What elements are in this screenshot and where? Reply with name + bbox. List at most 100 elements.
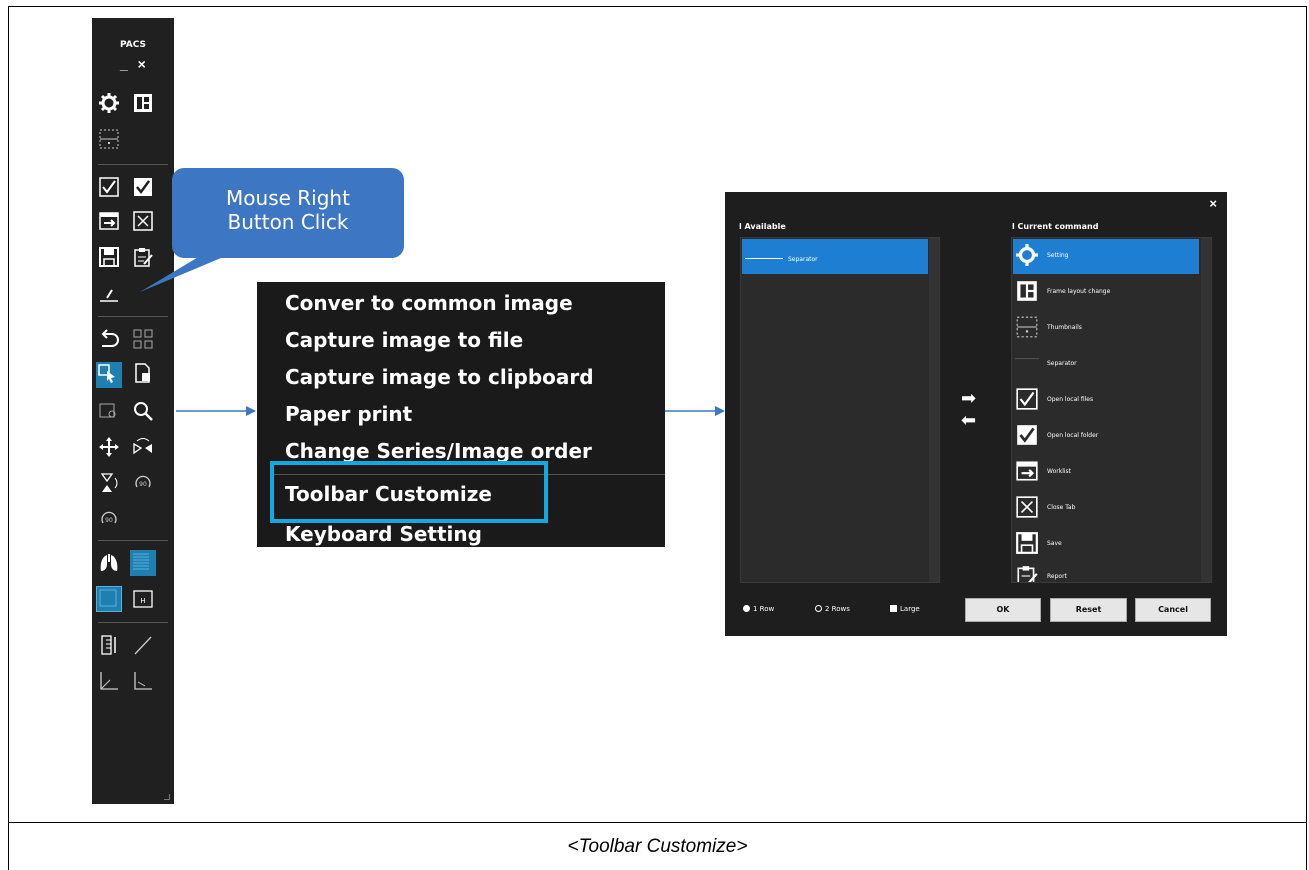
toolbar-window-buttons[interactable]: _ × [120, 56, 149, 72]
gear-icon [1015, 243, 1039, 267]
list-item-label: Frame layout change [1047, 288, 1111, 295]
h-frame-icon[interactable]: H [132, 588, 154, 610]
menu-item-paper-print[interactable]: Paper print [285, 402, 412, 426]
option-2-rows[interactable]: 2 Rows [815, 605, 850, 613]
list-item[interactable]: Worklist [1015, 455, 1199, 490]
delete-page-icon[interactable] [132, 362, 154, 384]
list-item[interactable]: Frame layout change [1015, 275, 1199, 310]
report-icon [1015, 564, 1039, 582]
callout-line-1: Mouse Right [226, 186, 350, 210]
move-arrows: ➡ ⬅ [961, 387, 976, 431]
angle-icon[interactable] [98, 670, 120, 692]
menu-item-change-series-order[interactable]: Change Series/Image order [285, 439, 592, 463]
grid-icon[interactable] [132, 328, 154, 350]
separator-icon [1015, 351, 1039, 375]
svg-text:90: 90 [105, 517, 113, 524]
option-1-row[interactable]: 1 Row [743, 605, 774, 613]
list-item-label: Open local folder [1047, 432, 1099, 439]
list-item-label: Thumbnails [1047, 324, 1082, 331]
menu-item-capture-to-file[interactable]: Capture image to file [285, 328, 523, 352]
option-label: Large [900, 605, 920, 613]
option-large[interactable]: Large [890, 605, 920, 613]
thumbnails-icon[interactable] [98, 128, 120, 150]
line-icon[interactable] [132, 634, 154, 656]
caption-separator [8, 822, 1307, 823]
toolbar-customize-dialog: × l Available l Current command Separato… [725, 192, 1227, 636]
list-item[interactable]: Separator [1015, 347, 1199, 382]
undo-icon[interactable] [98, 328, 120, 350]
frame-blue-icon[interactable] [96, 586, 122, 612]
layout-icon [1015, 279, 1039, 303]
svg-text:H: H [140, 597, 145, 605]
close-icon[interactable]: × [1209, 196, 1217, 211]
list-item[interactable]: Separator [742, 239, 928, 274]
cobb-angle-icon[interactable] [132, 670, 154, 692]
list-item[interactable]: Thumbnails [1015, 311, 1199, 346]
select-pointer-icon[interactable] [96, 362, 122, 388]
list-item[interactable]: Setting [1015, 239, 1199, 274]
list-item[interactable]: Close Tab [1015, 491, 1199, 526]
list-item-label: Worklist [1047, 468, 1072, 475]
list-item-label: Save [1047, 540, 1062, 547]
worklist-icon [1015, 459, 1039, 483]
scrollbar[interactable] [1201, 238, 1211, 582]
flow-arrow [665, 406, 725, 416]
lines-pattern-icon[interactable] [130, 550, 156, 576]
option-label: 2 Rows [825, 605, 850, 613]
check-filled-icon[interactable] [132, 176, 154, 198]
lung-icon[interactable] [98, 552, 120, 574]
available-list[interactable]: Separator [740, 237, 940, 583]
save-icon [1015, 531, 1039, 555]
callout-line-2: Button Click [227, 210, 349, 234]
gear-icon[interactable] [98, 92, 120, 114]
move-left-icon[interactable]: ⬅ [961, 409, 976, 431]
pacs-toolbar: PACS _ × 90 90 H [92, 18, 174, 804]
save-icon[interactable] [98, 246, 120, 268]
radio-icon [815, 605, 822, 612]
list-item-label: Separator [788, 256, 818, 263]
list-item-label: Setting [1047, 252, 1069, 259]
list-item[interactable]: Report [1015, 560, 1199, 582]
current-command-list[interactable]: Setting Frame layout change Thumbnails S… [1011, 237, 1212, 583]
figure-caption: <Toolbar Customize> [567, 836, 748, 857]
close-box-icon [1015, 495, 1039, 519]
separator-line [745, 258, 783, 259]
available-label: l Available [739, 222, 786, 231]
menu-item-convert-common-image[interactable]: Conver to common image [285, 291, 573, 315]
scrollbar[interactable] [929, 238, 939, 582]
cancel-button[interactable]: Cancel [1135, 598, 1211, 622]
reset-button[interactable]: Reset [1050, 598, 1127, 622]
toolbar-divider [98, 164, 168, 165]
toolbar-customize-highlight [270, 461, 548, 523]
magnifier-icon[interactable] [132, 400, 154, 422]
checkbox-icon [890, 605, 897, 612]
layout-icon[interactable] [132, 92, 154, 114]
list-item[interactable]: Save [1015, 527, 1199, 562]
list-item[interactable]: Open local folder [1015, 419, 1199, 454]
check-box-icon[interactable] [98, 176, 120, 198]
worklist-icon[interactable] [98, 210, 120, 232]
ok-button[interactable]: OK [965, 598, 1041, 622]
ruler-icon[interactable] [98, 634, 120, 656]
move-right-icon[interactable]: ➡ [961, 387, 976, 409]
menu-item-capture-to-clipboard[interactable]: Capture image to clipboard [285, 365, 594, 389]
resize-grip[interactable] [164, 794, 170, 800]
thumbnails-icon [1015, 315, 1039, 339]
pan-icon[interactable] [98, 436, 120, 458]
flip-horizontal-icon[interactable] [132, 436, 154, 458]
close-box-icon[interactable] [132, 210, 154, 232]
current-command-label: l Current command [1012, 222, 1099, 231]
list-item-label: Report [1047, 573, 1067, 580]
toolbar-divider [98, 540, 168, 541]
list-item[interactable]: Open local files [1015, 383, 1199, 418]
callout-pointer [140, 250, 240, 292]
zoom-region-icon[interactable] [98, 400, 120, 422]
annotation-icon[interactable] [98, 282, 120, 304]
flip-vertical-icon[interactable] [98, 472, 120, 494]
menu-item-keyboard-setting[interactable]: Keyboard Setting [285, 522, 482, 546]
radio-selected-icon [743, 605, 750, 612]
toolbar-divider [98, 316, 168, 317]
rotate-90-icon[interactable]: 90 [132, 472, 154, 494]
rotate-90-ccw-icon[interactable]: 90 [98, 508, 120, 530]
option-label: 1 Row [753, 605, 775, 613]
